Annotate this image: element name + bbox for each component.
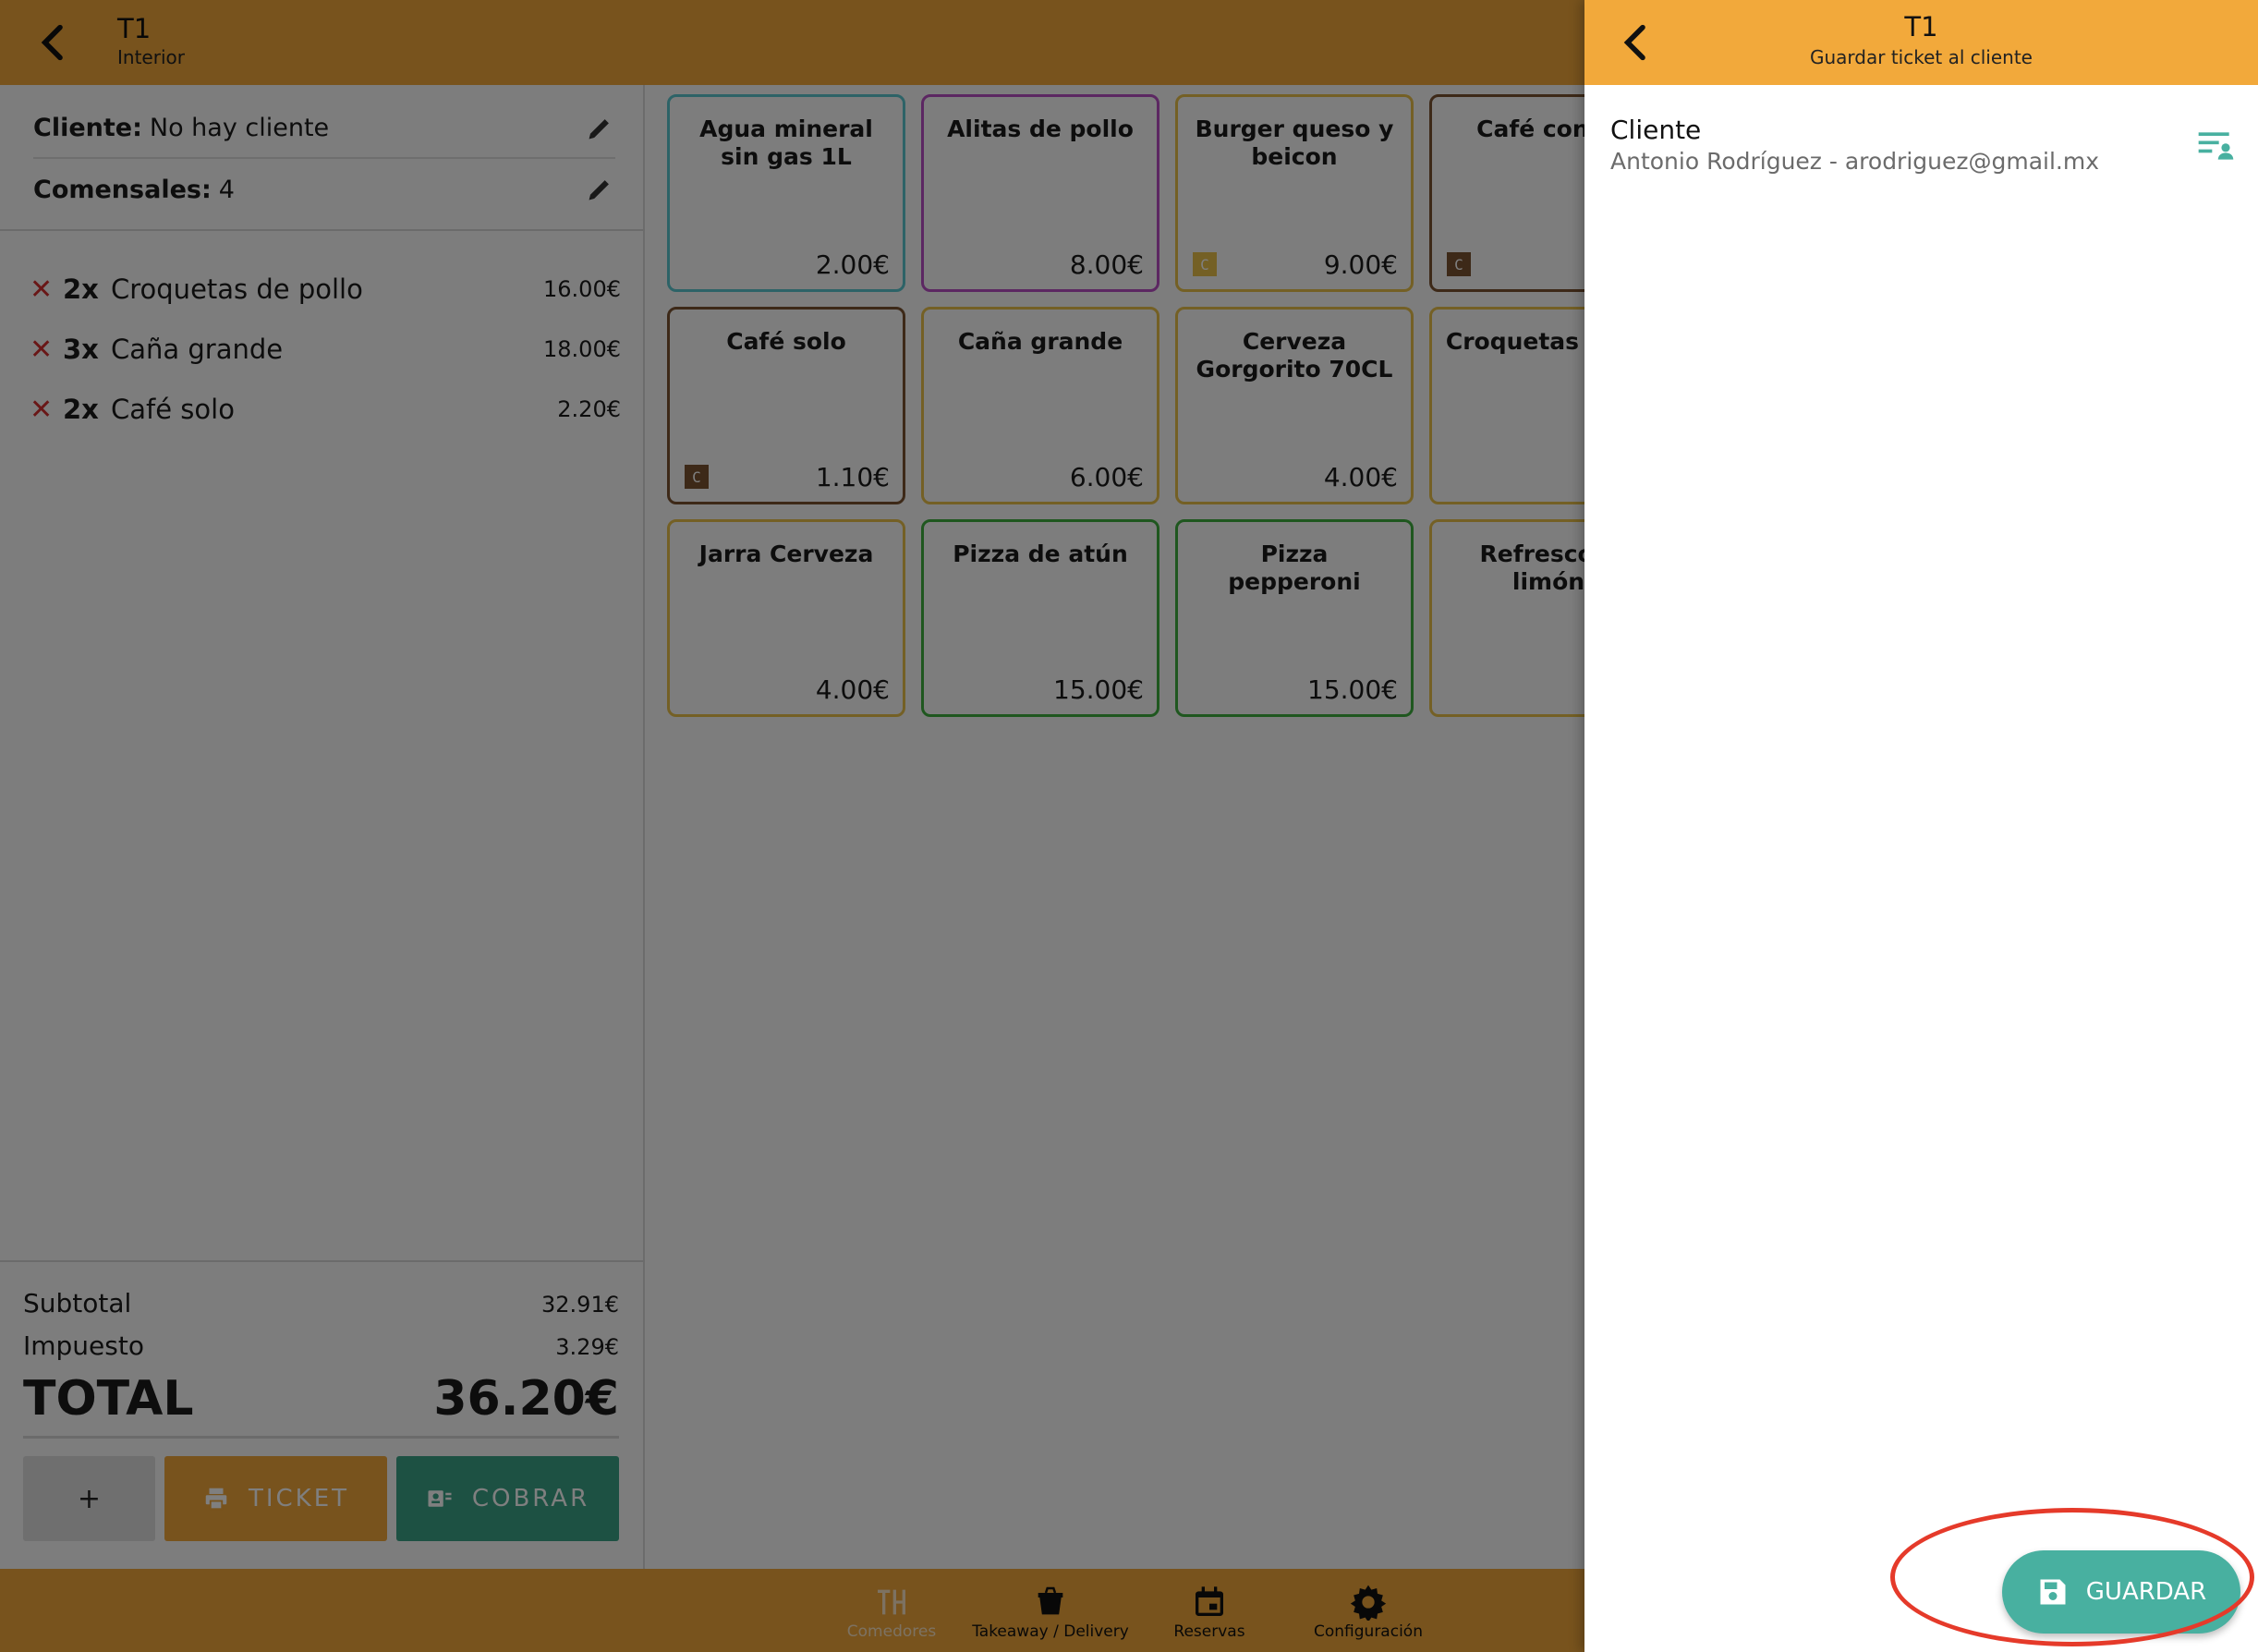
save-button[interactable]: GUARDAR <box>2002 1550 2240 1634</box>
save-button-label: GUARDAR <box>2085 1578 2207 1606</box>
client-field-value[interactable]: Antonio Rodríguez - arodriguez@gmail.mx <box>1610 148 2099 175</box>
person-search-icon <box>2198 132 2234 160</box>
client-search-button[interactable] <box>2195 126 2236 166</box>
drawer-header: T1 Guardar ticket al cliente <box>1584 0 2258 85</box>
client-field-label: Cliente <box>1610 115 1702 145</box>
drawer-subtitle: Guardar ticket al cliente <box>1809 46 2033 68</box>
save-ticket-drawer: T1 Guardar ticket al cliente Cliente Ant… <box>1584 0 2258 1652</box>
floppy-disk-icon <box>2040 1579 2066 1605</box>
drawer-title: T1 <box>1904 11 1938 43</box>
